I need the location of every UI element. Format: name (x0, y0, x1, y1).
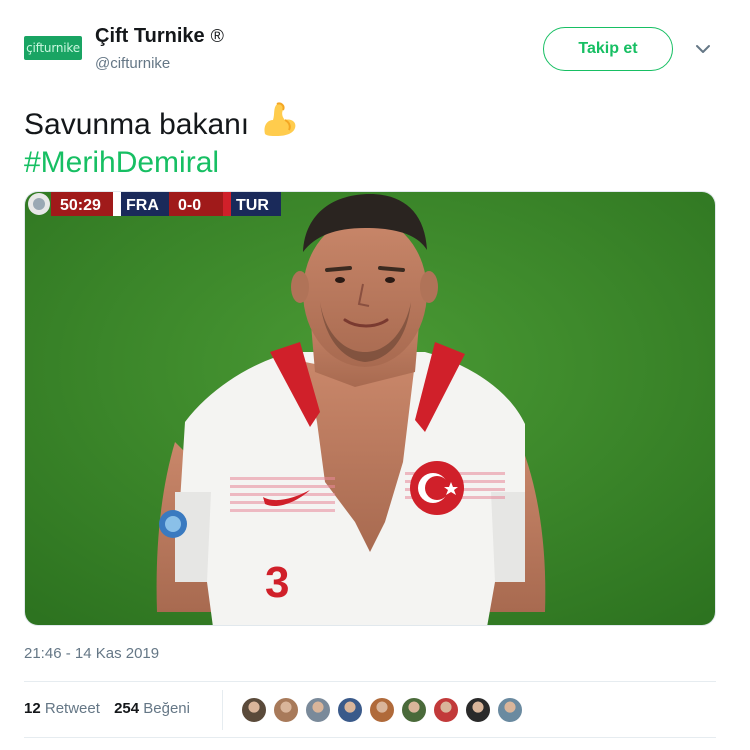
tweet-text-content: Savunma bakanı (24, 108, 250, 141)
like-stat[interactable]: 254 Beğeni (114, 700, 190, 717)
tweet-text: Savunma bakanı #MerihDemiral (24, 100, 299, 184)
liker-avatar[interactable] (465, 697, 491, 723)
liker-avatar[interactable] (305, 697, 331, 723)
retweet-label: Retweet (44, 700, 100, 717)
liker-avatar[interactable] (241, 697, 267, 723)
author-name[interactable]: Çift Turnike (95, 25, 205, 47)
home-team: FRA (126, 197, 159, 214)
registered-mark: ® (210, 26, 224, 46)
score: 0-0 (178, 197, 201, 214)
tweet-text-line: Savunma bakanı (24, 100, 299, 142)
author-display-name[interactable]: Çift Turnike ® (95, 25, 224, 48)
stats-separator (222, 690, 223, 730)
liker-avatar[interactable] (433, 697, 459, 723)
divider (24, 681, 716, 682)
avatar-logo-text: çifturnike (26, 41, 80, 55)
tweet-photo[interactable]: 3 50:29 FRA 0-0 TUR (24, 191, 716, 626)
chevron-down-icon[interactable] (692, 40, 714, 58)
liker-avatar[interactable] (497, 697, 523, 723)
shirt-number: 3 (265, 558, 289, 607)
follow-button[interactable]: Takip et (543, 27, 673, 71)
liker-avatar[interactable] (337, 697, 363, 723)
player-head (303, 217, 427, 367)
liker-avatar[interactable] (401, 697, 427, 723)
hashtag-link[interactable]: #MerihDemiral (24, 142, 299, 184)
away-team: TUR (236, 197, 269, 214)
liker-avatar[interactable] (369, 697, 395, 723)
divider (24, 737, 716, 738)
liker-avatar[interactable] (273, 697, 299, 723)
tweet-stats: 12 Retweet 254 Beğeni (24, 700, 200, 717)
like-count: 254 (114, 700, 140, 717)
flexed-biceps-icon (259, 100, 299, 152)
retweet-stat[interactable]: 12 Retweet (24, 700, 100, 717)
match-clock: 50:29 (60, 197, 101, 214)
retweet-count: 12 (24, 700, 41, 717)
author-handle[interactable]: @cifturnike (95, 55, 170, 72)
tweet-card: çifturnike Çift Turnike ® @cifturnike Tak… (0, 0, 750, 750)
like-label: Beğeni (143, 700, 190, 717)
tweet-timestamp[interactable]: 21:46 - 14 Kas 2019 (24, 645, 159, 662)
liker-avatars (241, 697, 523, 723)
avatar[interactable]: çifturnike (24, 36, 82, 60)
scoreboard: 50:29 FRA 0-0 TUR (28, 192, 281, 216)
